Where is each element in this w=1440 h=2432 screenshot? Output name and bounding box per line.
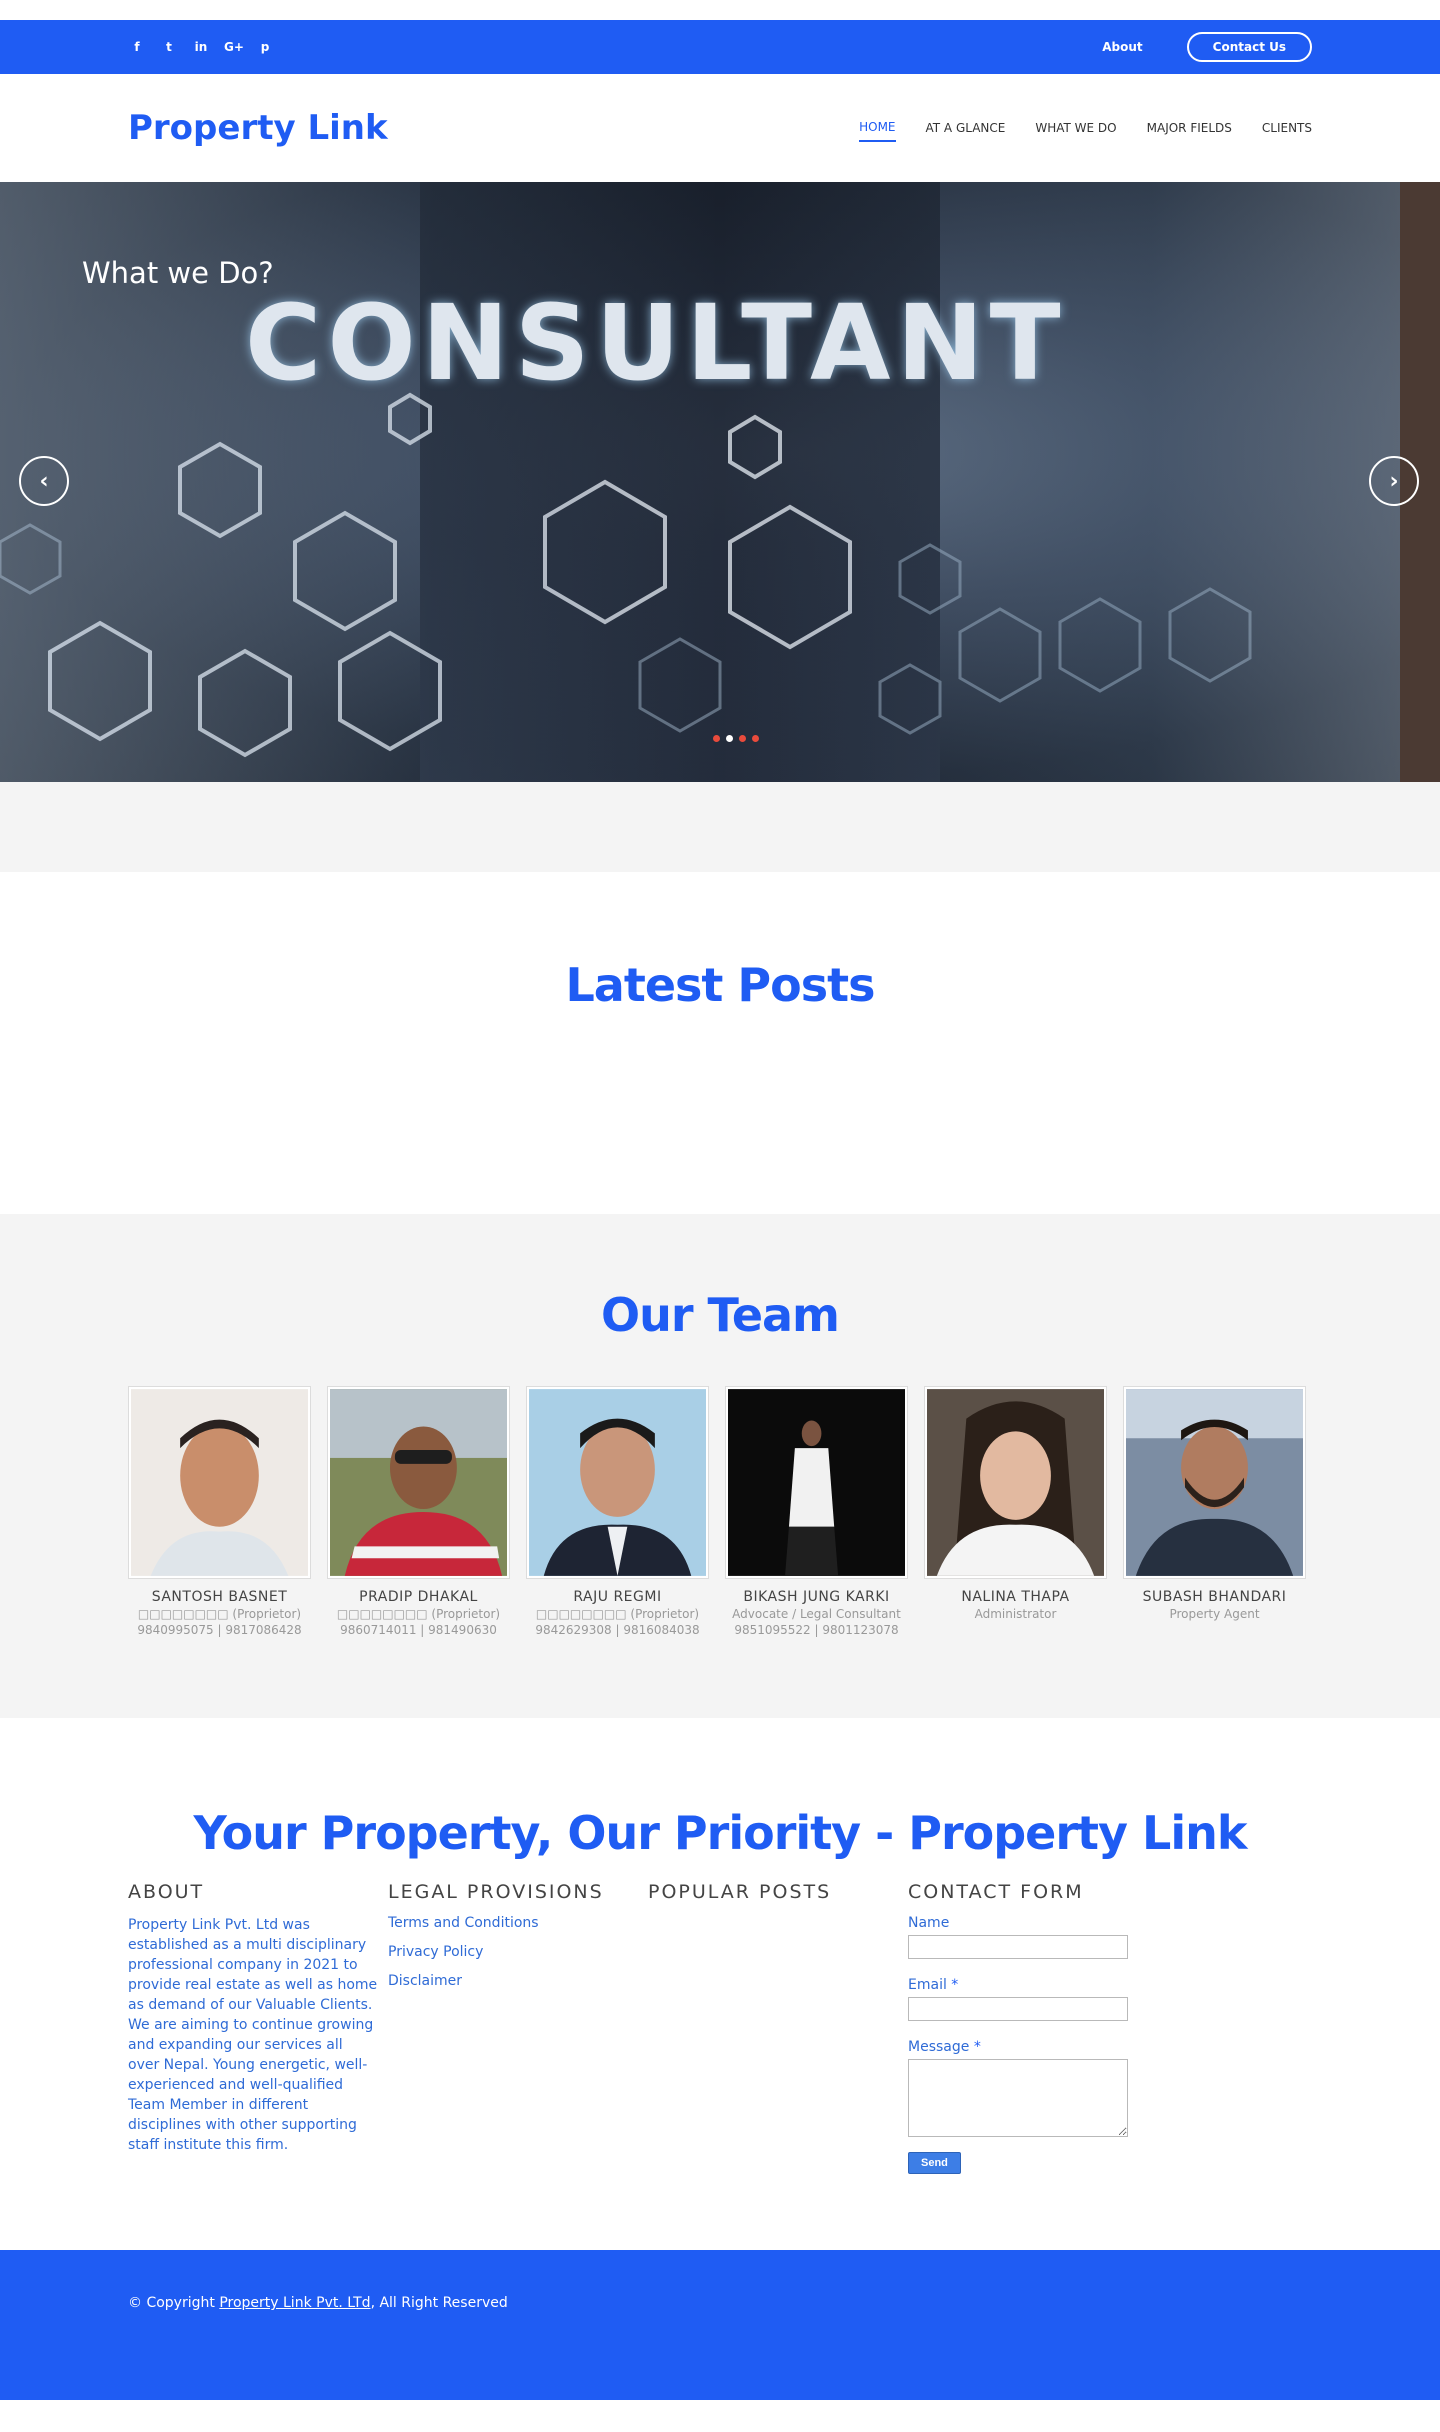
message-label: Message * (908, 2039, 981, 2055)
about-column: ABOUT Property Link Pvt. Ltd was establi… (128, 1881, 388, 2174)
top-bar-actions: About Contact Us (1102, 32, 1312, 62)
message-field[interactable] (908, 2059, 1128, 2137)
email-label: Email * (908, 1977, 959, 1993)
team-section: Our Team SANTOSH BASNET □□□□□□□□ (Propri… (0, 1214, 1440, 1718)
send-button[interactable]: Send (908, 2152, 961, 2174)
about-link[interactable]: About (1102, 40, 1142, 54)
team-member-photo (924, 1386, 1107, 1579)
team-member-phone: 9842629308 | 9816084038 (535, 1623, 700, 1637)
nav-clients[interactable]: CLIENTS (1262, 115, 1312, 141)
team-member-name: SUBASH BHANDARI (1142, 1589, 1287, 1605)
team-member-phone: 9851095522 | 9801123078 (734, 1623, 899, 1637)
slider-dot[interactable] (713, 735, 720, 742)
name-field[interactable] (908, 1935, 1128, 1959)
contact-form: CONTACT FORM Name Email * Message * Send (908, 1881, 1168, 2174)
team-member-role: □□□□□□□□ (Proprietor) (336, 1607, 501, 1621)
team-member-name: SANTOSH BASNET (151, 1589, 288, 1605)
legal-column: LEGAL PROVISIONS Terms and Conditions Pr… (388, 1881, 648, 2174)
team-member-role: Advocate / Legal Consultant (732, 1607, 901, 1621)
hero-caption: What we Do? (82, 256, 274, 290)
contact-form-heading: CONTACT FORM (908, 1881, 1084, 1903)
team-member-name: PRADIP DHAKAL (359, 1589, 478, 1605)
site-logo[interactable]: Property Link (128, 108, 388, 148)
team-member-role: □□□□□□□□ (Proprietor) (535, 1607, 700, 1621)
tagline: Your Property, Our Priority - Property L… (193, 1806, 1248, 1860)
name-label: Name (908, 1915, 950, 1931)
privacy-link[interactable]: Privacy Policy (388, 1944, 648, 1960)
twitter-icon[interactable]: t (160, 40, 178, 54)
nav-home[interactable]: HOME (859, 114, 896, 142)
page-top-spacer (0, 0, 1440, 20)
social-links: f t in G+ p (128, 40, 274, 54)
popular-posts-heading: POPULAR POSTS (648, 1881, 832, 1903)
about-heading: ABOUT (128, 1881, 205, 1903)
popular-posts-column: POPULAR POSTS (648, 1881, 908, 2174)
team-member-photo (1123, 1386, 1306, 1579)
team-member-phone: 9860714011 | 981490630 (340, 1623, 497, 1637)
latest-posts-title: Latest Posts (565, 958, 876, 1012)
team-member: SUBASH BHANDARI Property Agent (1123, 1386, 1306, 1637)
slider-dots (713, 735, 759, 742)
latest-posts-section: Latest Posts (0, 872, 1440, 1214)
team-grid: SANTOSH BASNET □□□□□□□□ (Proprietor) 984… (128, 1386, 1312, 1637)
footer-content: Your Property, Our Priority - Property L… (0, 1718, 1440, 2250)
hero-bottom-band (0, 782, 1440, 872)
team-member: BIKASH JUNG KARKI Advocate / Legal Consu… (725, 1386, 908, 1637)
team-member-role: □□□□□□□□ (Proprietor) (137, 1607, 302, 1621)
chevron-right-icon[interactable]: › (1369, 456, 1419, 506)
nav-at-a-glance[interactable]: AT A GLANCE (926, 115, 1006, 141)
tagline-block: Your Property, Our Priority - Property L… (0, 1718, 1440, 1881)
nav-what-we-do[interactable]: WHAT WE DO (1035, 115, 1116, 141)
about-text: Property Link Pvt. Ltd was established a… (128, 1917, 378, 2153)
footer-columns: ABOUT Property Link Pvt. Ltd was establi… (128, 1881, 1312, 2174)
team-member: RAJU REGMI □□□□□□□□ (Proprietor) 9842629… (526, 1386, 709, 1637)
company-link[interactable]: Property Link Pvt. LTd (219, 2295, 370, 2311)
team-member-photo (725, 1386, 908, 1579)
team-member: SANTOSH BASNET □□□□□□□□ (Proprietor) 984… (128, 1386, 311, 1637)
facebook-icon[interactable]: f (128, 40, 146, 54)
team-member-role: Administrator (974, 1607, 1057, 1621)
site-footer: © Copyright Property Link Pvt. LTd, All … (0, 2250, 1440, 2400)
team-member-role: Property Agent (1169, 1607, 1260, 1621)
main-nav: HOME AT A GLANCE WHAT WE DO MAJOR FIELDS… (859, 114, 1312, 142)
slider-dot-active[interactable] (726, 735, 733, 742)
team-member-photo (128, 1386, 311, 1579)
site-header: Property Link HOME AT A GLANCE WHAT WE D… (0, 74, 1440, 182)
slider-dot[interactable] (752, 735, 759, 742)
team-member: NALINA THAPA Administrator (924, 1386, 1107, 1637)
pinterest-icon[interactable]: p (256, 40, 274, 54)
footer-spacer (0, 2174, 1440, 2250)
email-field[interactable] (908, 1997, 1128, 2021)
terms-link[interactable]: Terms and Conditions (388, 1915, 648, 1931)
team-member-name: RAJU REGMI (573, 1589, 662, 1605)
copyright-suffix: , All Right Reserved (370, 2295, 508, 2311)
google-plus-icon[interactable]: G+ (224, 40, 244, 54)
slider-dot[interactable] (739, 735, 746, 742)
team-member-phone: 9840995075 | 9817086428 (137, 1623, 302, 1637)
disclaimer-link[interactable]: Disclaimer (388, 1973, 648, 1989)
linkedin-icon[interactable]: in (192, 40, 210, 54)
copyright-prefix: © Copyright (128, 2295, 220, 2311)
team-member-name: BIKASH JUNG KARKI (743, 1589, 890, 1605)
chevron-left-icon[interactable]: ‹ (19, 456, 69, 506)
contact-us-button[interactable]: Contact Us (1186, 32, 1312, 62)
team-member-photo (327, 1386, 510, 1579)
nav-major-fields[interactable]: MAJOR FIELDS (1147, 115, 1232, 141)
legal-heading: LEGAL PROVISIONS (388, 1881, 604, 1903)
hero-image-text: CONSULTANT (245, 282, 1067, 404)
team-member-photo (526, 1386, 709, 1579)
top-bar: f t in G+ p About Contact Us (0, 20, 1440, 74)
team-member-name: NALINA THAPA (961, 1589, 1070, 1605)
team-member: PRADIP DHAKAL □□□□□□□□ (Proprietor) 9860… (327, 1386, 510, 1637)
hero-slider: CONSULTANT What we Do? (0, 182, 1440, 782)
team-title: Our Team (601, 1288, 840, 1342)
